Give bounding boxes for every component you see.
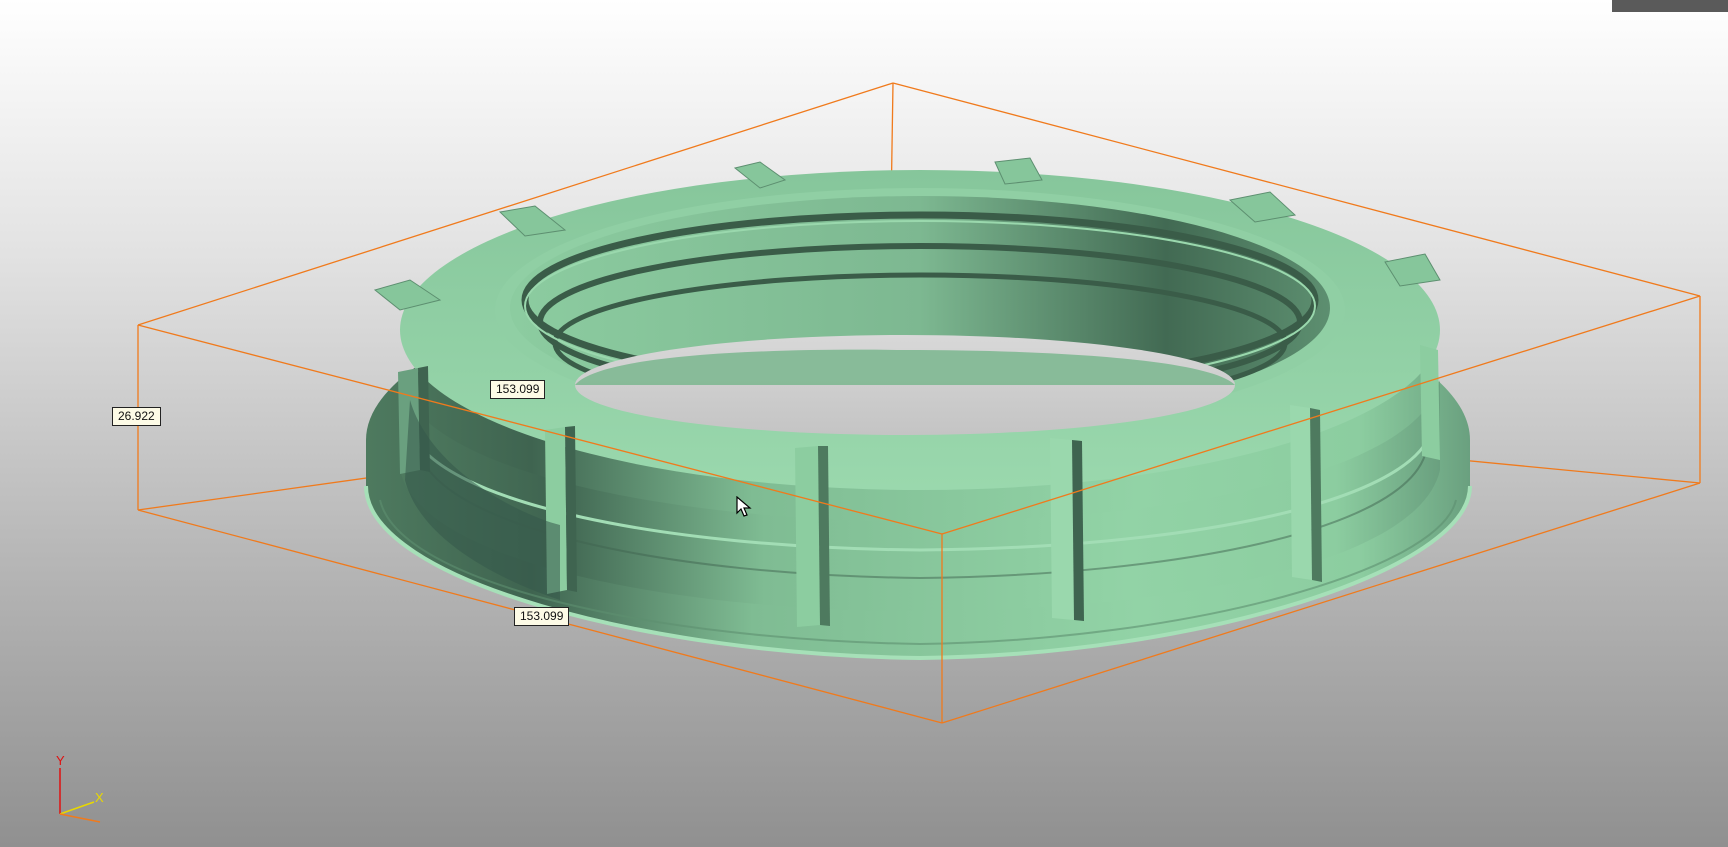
depth-dimension-label: 153.099 (514, 607, 570, 626)
y-axis-label: Y (56, 753, 65, 768)
3d-viewport[interactable]: 26.922 153.099 153.099 Y X (0, 0, 1728, 847)
axis-triad-icon: Y X (56, 753, 104, 823)
width-dimension-label: 153.099 (490, 380, 546, 399)
arrow-cursor-icon (736, 496, 752, 517)
x-axis-label: X (95, 790, 104, 805)
ring-model (364, 157, 1472, 661)
model-scene[interactable] (0, 0, 1728, 847)
height-dimension-label: 26.922 (112, 407, 161, 426)
